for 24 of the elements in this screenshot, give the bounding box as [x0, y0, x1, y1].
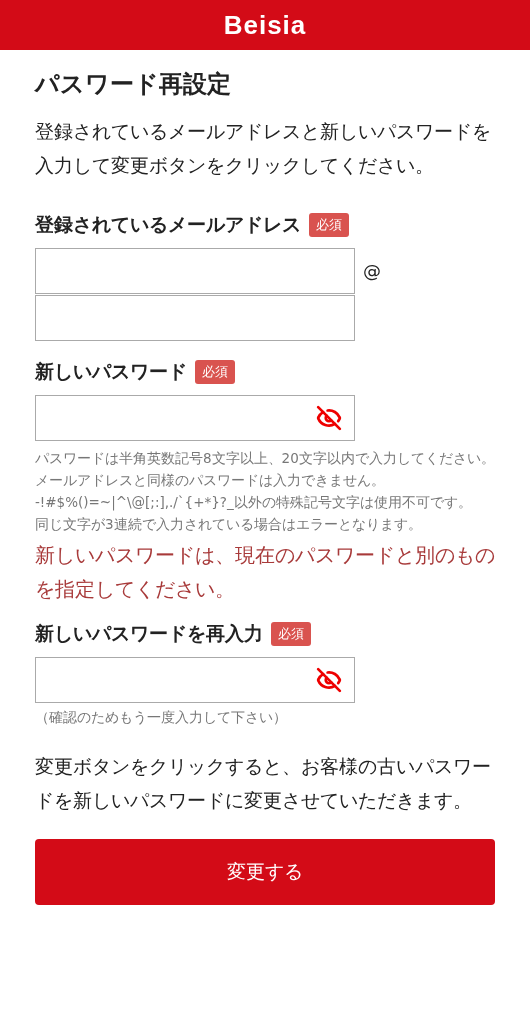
submit-button[interactable]: 変更する [35, 839, 495, 905]
required-badge: 必須 [309, 213, 349, 237]
at-sign: @ [363, 260, 381, 281]
logo: Beisia [223, 9, 307, 41]
field-label: 登録されているメールアドレス [35, 212, 301, 237]
field-label: 新しいパスワード [35, 359, 187, 384]
password-rule: -!#$%()=~|^\@[;:],./`{+*}?_以外の特殊記号文字は使用不可です。 [35, 493, 473, 513]
eye-slash-icon[interactable] [316, 405, 342, 431]
intro-text: 登録されているメールアドレスと新しいパスワードを入力して変更ボタンをクリックしてください。 [35, 119, 492, 178]
email-domain-field[interactable] [35, 295, 355, 341]
eye-slash-icon[interactable] [316, 667, 342, 693]
outro-text: 変更ボタンをクリックすると、お客様の古いパスワードを新しいパスワードに変更させていただきます。 [35, 754, 492, 813]
password-rule: メールアドレスと同様のパスワードは入力できません。 [35, 471, 386, 490]
confirm-hint: （確認のためもう一度入力して下さい） [35, 709, 288, 727]
password-field[interactable] [35, 657, 355, 703]
required-badge: 必須 [195, 360, 235, 384]
email-local-field[interactable] [35, 248, 355, 294]
password-rule: 同じ文字が3連続で入力されている場合はエラーとなります。 [35, 515, 423, 534]
required-badge: 必須 [271, 622, 311, 646]
error-message: 新しいパスワードは、現在のパスワードと別のものを指定してください。 [35, 543, 495, 603]
page-title: パスワード再設定 [35, 69, 232, 100]
password-field[interactable] [35, 395, 355, 441]
field-label: 新しいパスワードを再入力 [35, 621, 263, 646]
password-rule: パスワードは半角英数記号8文字以上、20文字以内で入力してください。 [35, 449, 495, 468]
